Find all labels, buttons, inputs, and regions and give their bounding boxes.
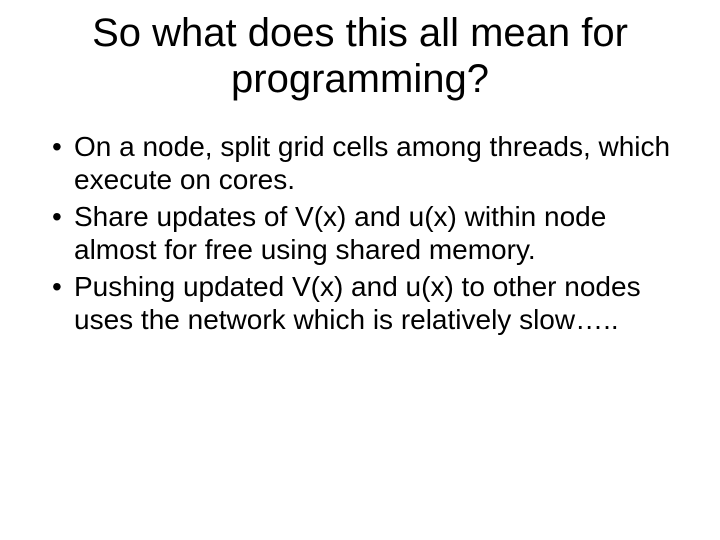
slide-body: On a node, split grid cells among thread… xyxy=(30,130,690,336)
bullet-item: Share updates of V(x) and u(x) within no… xyxy=(52,200,690,266)
bullet-item: On a node, split grid cells among thread… xyxy=(52,130,690,196)
slide: So what does this all mean for programmi… xyxy=(0,0,720,540)
bullet-item: Pushing updated V(x) and u(x) to other n… xyxy=(52,270,690,336)
slide-title: So what does this all mean for programmi… xyxy=(30,10,690,102)
